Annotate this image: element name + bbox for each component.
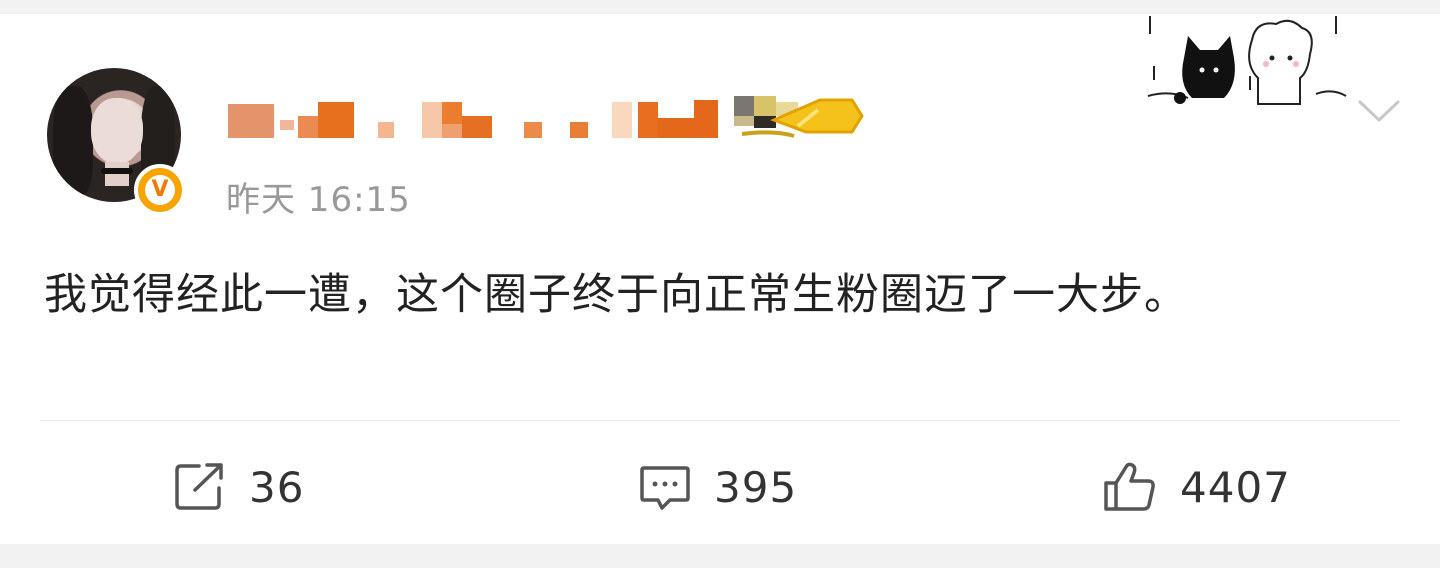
share-count: 36 <box>249 462 305 512</box>
username-pixelated[interactable] <box>228 94 718 144</box>
avatar-face <box>91 98 143 164</box>
verified-v-icon: V <box>134 164 186 216</box>
avatar-collar <box>101 168 133 174</box>
vip-badge[interactable] <box>734 96 864 140</box>
post-time: 昨天 16:15 <box>226 180 411 220</box>
post-card: V 昨天 16:15 我觉得经此一遭，这个圈子终于向正常生粉圈迈了一大步。 36… <box>0 14 1440 544</box>
like-count: 4407 <box>1180 462 1291 512</box>
avatar-neck <box>105 162 129 186</box>
share-icon <box>175 463 223 510</box>
share-button[interactable]: 36 <box>173 462 304 512</box>
vip-badge-icon <box>734 96 864 138</box>
post-body-text: 我觉得经此一遭，这个圈子终于向正常生粉圈迈了一大步。 <box>44 270 1188 320</box>
thumbs-up-icon <box>1104 462 1155 511</box>
like-button[interactable]: 4407 <box>1102 462 1291 512</box>
avatar-hair <box>53 86 93 196</box>
comment-icon <box>640 466 690 510</box>
comment-count: 395 <box>714 462 798 512</box>
divider <box>40 420 1400 421</box>
cat-dog-sticker-icon <box>1147 16 1347 105</box>
chevron-down-icon[interactable] <box>1356 96 1402 126</box>
comment-button[interactable]: 395 <box>638 462 797 512</box>
